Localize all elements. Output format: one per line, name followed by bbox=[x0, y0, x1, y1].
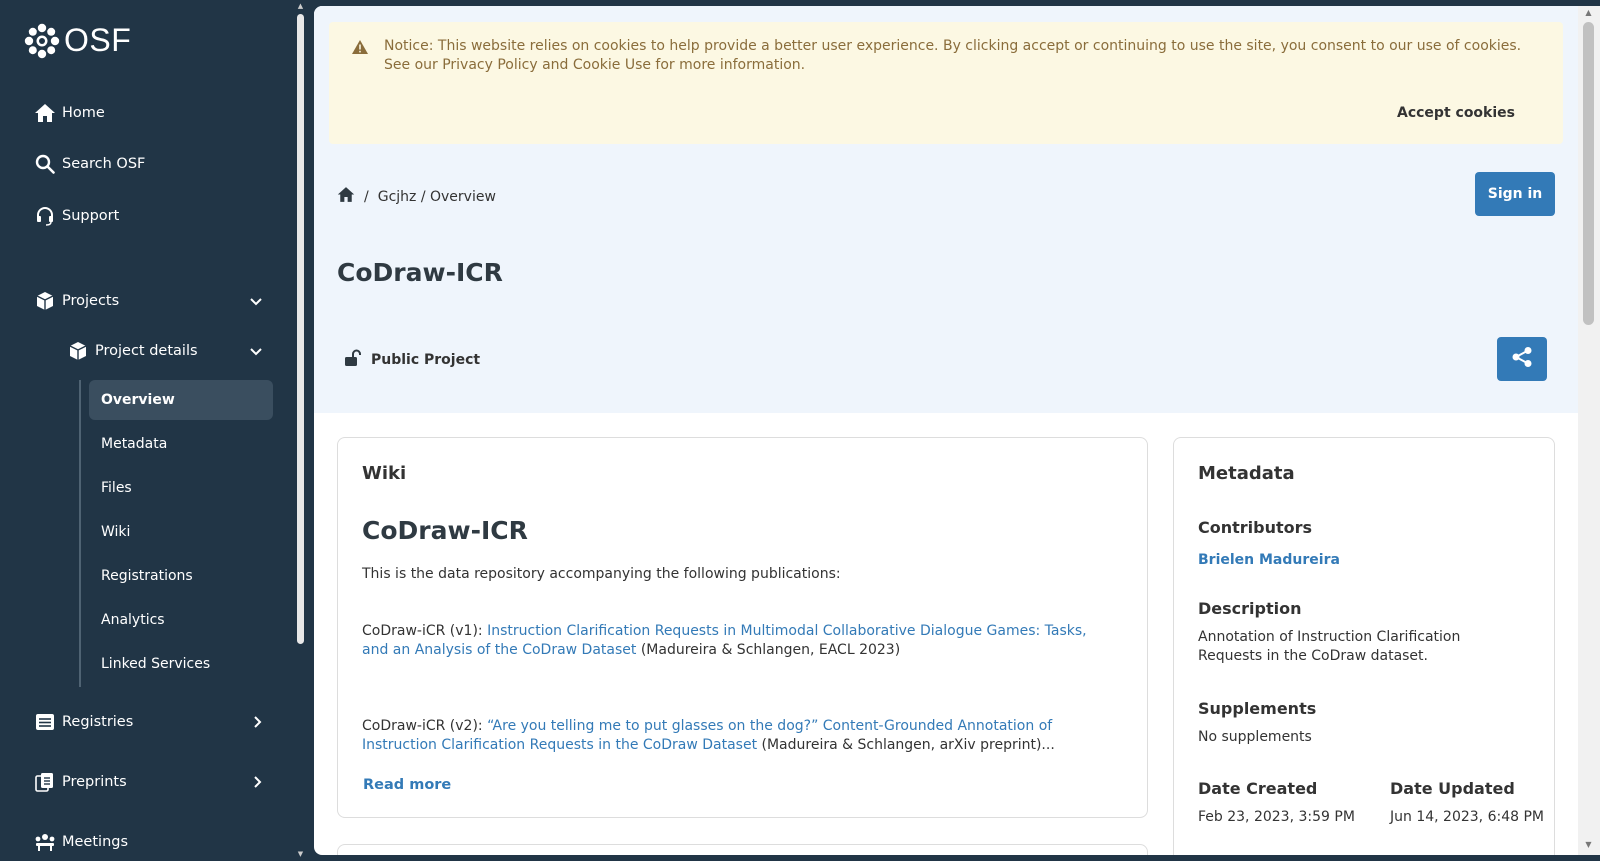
headset-icon bbox=[34, 205, 56, 227]
cookie-notice: Notice: This website relies on cookies t… bbox=[329, 22, 1563, 144]
sidebar: OSF Home Search OSF Support Projects Pro… bbox=[0, 0, 300, 861]
nav-project-details-label: Project details bbox=[95, 343, 198, 359]
nav-registries-label: Registries bbox=[62, 714, 134, 730]
nav-projects-label: Projects bbox=[62, 293, 120, 309]
project-header: Notice: This website relies on cookies t… bbox=[314, 6, 1578, 413]
metadata-card: Metadata Contributors Brielen Madureira … bbox=[1173, 437, 1555, 855]
sidebar-item-registrations[interactable]: Registrations bbox=[89, 556, 273, 596]
publication-2-prefix: CoDraw-iCR (v2): bbox=[362, 718, 488, 734]
breadcrumb: / Gcjhz / Overview bbox=[337, 186, 496, 207]
wiki-heading: Wiki bbox=[362, 463, 407, 484]
nav-search[interactable]: Search OSF bbox=[34, 149, 145, 179]
osf-logo[interactable]: OSF bbox=[24, 22, 131, 59]
read-more-link[interactable]: Read more bbox=[363, 777, 451, 793]
nav-home[interactable]: Home bbox=[34, 98, 105, 128]
description-value: Annotation of Instruction Clarification … bbox=[1198, 629, 1461, 664]
sidebar-item-analytics[interactable]: Analytics bbox=[89, 600, 273, 640]
scroll-down-arrow-icon[interactable]: ▼ bbox=[1583, 840, 1594, 849]
logo-text: OSF bbox=[64, 22, 132, 58]
sidebar-scrollbar-thumb[interactable] bbox=[297, 14, 304, 644]
chevron-right-icon[interactable] bbox=[250, 714, 266, 730]
date-created-value: Feb 23, 2023, 3:59 PM bbox=[1198, 809, 1355, 825]
share-button[interactable] bbox=[1497, 337, 1547, 381]
nav-search-label: Search OSF bbox=[62, 156, 146, 172]
chevron-down-icon[interactable] bbox=[248, 344, 264, 360]
main-content: Notice: This website relies on cookies t… bbox=[314, 6, 1578, 855]
share-icon bbox=[1511, 346, 1533, 372]
date-updated-value: Jun 14, 2023, 6:48 PM bbox=[1390, 809, 1544, 825]
nav-meetings-label: Meetings bbox=[62, 834, 129, 850]
cube-icon bbox=[67, 340, 89, 362]
nav-preprints[interactable]: Preprints bbox=[34, 767, 127, 797]
nav-project-details[interactable]: Project details bbox=[67, 336, 198, 366]
next-card bbox=[337, 844, 1148, 855]
unlock-icon bbox=[344, 349, 362, 371]
sidebar-item-metadata[interactable]: Metadata bbox=[89, 424, 273, 464]
chevron-right-icon[interactable] bbox=[250, 774, 266, 790]
wiki-intro: This is the data repository accompanying… bbox=[362, 566, 841, 582]
wiki-title: CoDraw-ICR bbox=[362, 516, 528, 545]
page-scrollbar-thumb[interactable] bbox=[1583, 22, 1594, 325]
nav-registries[interactable]: Registries bbox=[34, 707, 133, 737]
registries-icon bbox=[34, 711, 56, 733]
breadcrumb-separator: / bbox=[364, 188, 369, 205]
contributor-link[interactable]: Brielen Madureira bbox=[1198, 552, 1340, 568]
preprints-icon bbox=[34, 771, 56, 793]
visibility-status: Public Project bbox=[344, 349, 480, 371]
wiki-card: Wiki CoDraw-ICR This is the data reposit… bbox=[337, 437, 1148, 818]
osf-logo-icon bbox=[24, 23, 60, 58]
supplements-label: Supplements bbox=[1198, 699, 1317, 718]
wiki-publication-1: CoDraw-iCR (v1): Instruction Clarificati… bbox=[362, 622, 1092, 660]
breadcrumb-path[interactable]: Gcjhz / Overview bbox=[378, 189, 496, 205]
nav-home-label: Home bbox=[62, 105, 105, 121]
cookie-notice-text: Notice: This website relies on cookies t… bbox=[384, 38, 1522, 73]
nav-preprints-label: Preprints bbox=[62, 774, 127, 790]
nav-meetings[interactable]: Meetings bbox=[34, 827, 128, 857]
sign-in-button[interactable]: Sign in bbox=[1475, 172, 1555, 216]
nav-projects[interactable]: Projects bbox=[34, 286, 119, 316]
publication-2-suffix: (Madureira & Schlangen, arXiv preprint).… bbox=[757, 737, 1055, 753]
visibility-label: Public Project bbox=[371, 352, 481, 368]
wiki-publication-2: CoDraw-iCR (v2): “Are you telling me to … bbox=[362, 717, 1092, 755]
date-created-label: Date Created bbox=[1198, 779, 1318, 798]
publication-1-prefix: CoDraw-iCR (v1): bbox=[362, 623, 488, 639]
home-icon[interactable] bbox=[337, 186, 355, 207]
supplements-value: No supplements bbox=[1198, 729, 1312, 745]
accept-cookies-button[interactable]: Accept cookies bbox=[1397, 104, 1515, 123]
home-icon bbox=[34, 102, 56, 124]
sidebar-item-files[interactable]: Files bbox=[89, 468, 273, 508]
cube-icon bbox=[34, 290, 56, 312]
search-icon bbox=[34, 153, 56, 175]
scroll-up-arrow-icon[interactable]: ▲ bbox=[297, 2, 304, 10]
date-updated-label: Date Updated bbox=[1390, 779, 1515, 798]
publication-1-suffix: (Madureira & Schlangen, EACL 2023) bbox=[636, 642, 901, 658]
warning-icon bbox=[351, 39, 369, 61]
metadata-heading: Metadata bbox=[1198, 463, 1295, 484]
sidebar-item-wiki[interactable]: Wiki bbox=[89, 512, 273, 552]
scroll-up-arrow-icon[interactable]: ▲ bbox=[1583, 8, 1594, 17]
chevron-down-icon[interactable] bbox=[248, 294, 264, 310]
sidebar-item-overview[interactable]: Overview bbox=[89, 380, 273, 420]
scroll-down-arrow-icon[interactable]: ▼ bbox=[297, 850, 304, 858]
description-label: Description bbox=[1198, 599, 1302, 618]
sub-nav-divider bbox=[79, 380, 81, 687]
contributors-label: Contributors bbox=[1198, 518, 1313, 537]
nav-support[interactable]: Support bbox=[34, 201, 119, 231]
meetings-icon bbox=[34, 831, 56, 853]
sidebar-item-linked-services[interactable]: Linked Services bbox=[89, 644, 273, 684]
page-title: CoDraw-ICR bbox=[337, 258, 503, 287]
nav-support-label: Support bbox=[62, 208, 120, 224]
